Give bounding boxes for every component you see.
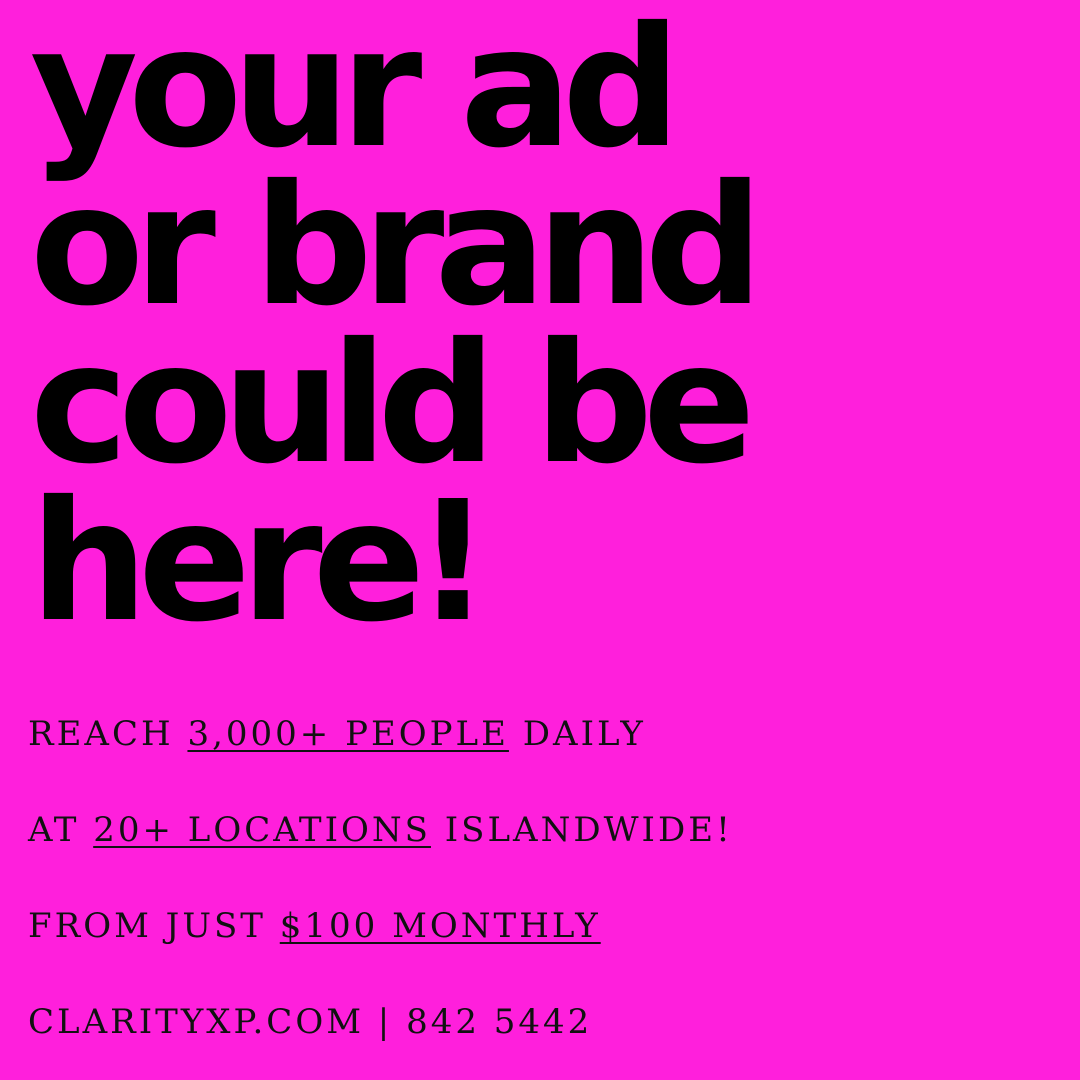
reach-suffix: DAILY: [522, 714, 646, 754]
price-prefix: FROM JUST: [28, 906, 266, 946]
locations-suffix: ISLANDWIDE!: [444, 810, 733, 850]
contact-line: CLARITYXP.COM | 842 5442: [28, 1002, 592, 1042]
reach-prefix: REACH: [28, 714, 174, 754]
price-line: FROM JUST $100 MONTHLY: [28, 906, 601, 946]
reach-line: REACH 3,000+ PEOPLE DAILY: [28, 714, 646, 754]
price-highlight: $100 MONTHLY: [279, 906, 601, 946]
locations-line: AT 20+ LOCATIONS ISLANDWIDE!: [28, 810, 733, 850]
headline-line-4: here!: [30, 466, 491, 659]
headline-line-1: your ad: [30, 0, 681, 185]
headline-line-2: or brand: [30, 150, 763, 343]
headline-line-3: could be: [30, 308, 756, 501]
reach-highlight: 3,000+ PEOPLE: [187, 714, 509, 754]
locations-highlight: 20+ LOCATIONS: [93, 810, 431, 850]
ad-poster: { "colors": { "background": "#ff1fdc", "…: [0, 0, 1080, 1080]
headline: your ad or brand could be here!: [30, 0, 763, 659]
contact-text: CLARITYXP.COM | 842 5442: [28, 1002, 593, 1042]
locations-prefix: AT: [28, 810, 80, 850]
